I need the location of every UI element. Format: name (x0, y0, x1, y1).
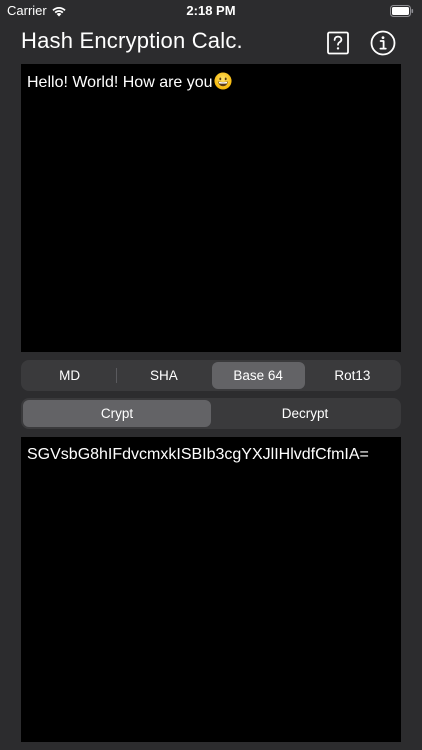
segment-md[interactable]: MD (23, 362, 116, 389)
page-title: Hash Encryption Calc. (21, 28, 243, 53)
status-time: 2:18 PM (186, 3, 236, 18)
segment-base64[interactable]: Base 64 (211, 362, 305, 389)
segment-decrypt[interactable]: Decrypt (211, 400, 399, 427)
battery-icon (390, 5, 414, 17)
input-text-area[interactable]: Hello! World! How are you (21, 64, 401, 352)
grinning-face-emoji-icon (214, 72, 232, 90)
segment-rot13[interactable]: Rot13 (306, 362, 399, 389)
info-circle-icon (370, 30, 396, 56)
output-text-area[interactable]: SGVsbG8hIFdvcmxkISBIb3cgYXJlIHlvdfCfmIA= (21, 437, 401, 742)
question-mark-square-icon (327, 31, 349, 55)
segment-sha[interactable]: SHA (117, 362, 210, 389)
segment-crypt[interactable]: Crypt (23, 400, 211, 427)
output-text: SGVsbG8hIFdvcmxkISBIb3cgYXJlIHlvdfCfmIA= (27, 446, 369, 463)
mode-segmented-control: Crypt Decrypt (21, 398, 401, 429)
info-button[interactable] (370, 30, 396, 56)
help-button[interactable] (325, 30, 351, 56)
input-text: Hello! World! How are you (27, 74, 213, 91)
status-bar: Carrier 2:18 PM (0, 0, 422, 24)
algorithm-segmented-control: MD SHA Base 64 Rot13 (21, 360, 401, 391)
